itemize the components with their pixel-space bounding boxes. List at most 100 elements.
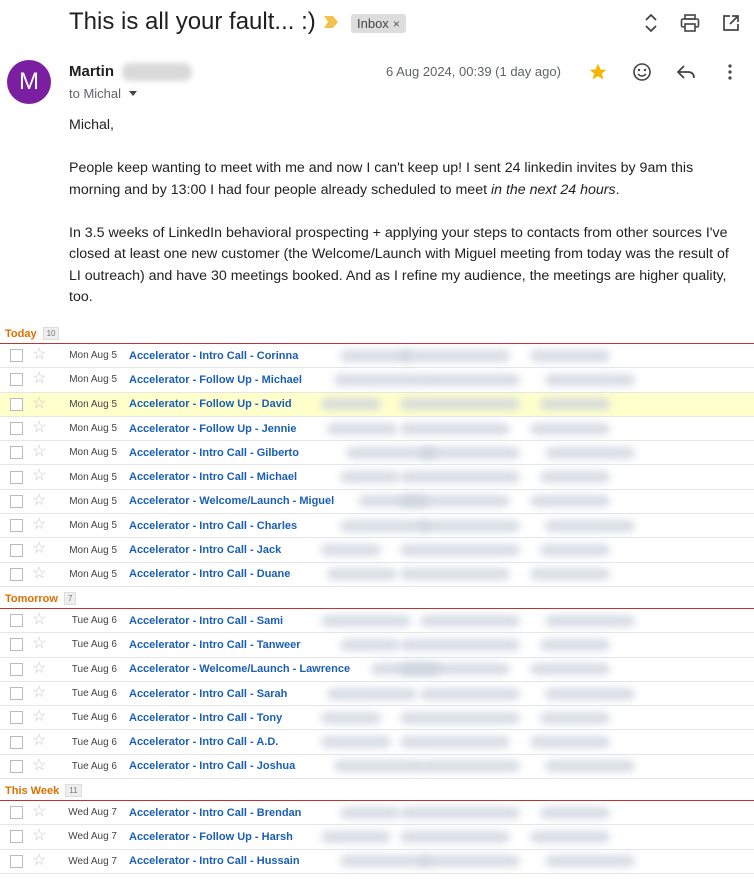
redacted-text — [545, 760, 635, 773]
redacted-text — [540, 806, 610, 819]
open-new-window-icon[interactable] — [720, 12, 742, 34]
row-event-title: Accelerator - Intro Call - Sarah — [129, 687, 288, 700]
row-event-title: Accelerator - Welcome/Launch - Miguel — [129, 495, 335, 508]
body-paragraph-1-emphasis: in the next 24 hours — [490, 181, 616, 198]
emoji-reaction-icon[interactable] — [630, 60, 654, 84]
row-checkbox — [10, 543, 23, 557]
redacted-text — [339, 638, 400, 651]
row-date: Tue Aug 6 — [71, 639, 117, 651]
row-checkbox — [10, 494, 23, 508]
row-event-title: Accelerator - Intro Call - Tanweer — [129, 638, 301, 651]
row-star-icon: ☆ — [32, 370, 47, 388]
recipient-text: to Michal — [69, 86, 122, 101]
row-star-icon: ☆ — [32, 516, 47, 534]
row-date: Wed Aug 7 — [68, 855, 117, 867]
row-checkbox — [10, 373, 23, 387]
redacted-text — [420, 519, 520, 532]
row-checkbox — [10, 638, 23, 652]
redacted-text — [321, 544, 382, 557]
expand-collapse-icon[interactable] — [640, 12, 662, 34]
agenda-row: ☆ Tue Aug 6 Accelerator - Intro Call - Tan… — [0, 633, 754, 658]
redacted-text — [400, 544, 520, 557]
row-star-icon: ☆ — [32, 708, 47, 726]
body-paragraph-2: In 3.5 weeks of LinkedIn behavioral pros… — [69, 224, 729, 306]
row-date: Mon Aug 5 — [69, 471, 117, 483]
row-date: Mon Aug 5 — [69, 544, 117, 556]
agenda-row: ☆ Mon Aug 5 Accelerator - Intro Call - Dua… — [0, 563, 754, 587]
agenda-row: ☆ Tue Aug 6 Accelerator - Welcome/Launch -… — [0, 658, 754, 682]
redacted-text — [545, 687, 635, 700]
redacted-text — [339, 855, 430, 868]
agenda-row: ☆ Mon Aug 5 Accelerator - Intro Call - Mic… — [0, 465, 754, 490]
row-event-title: Accelerator - Welcome/Launch - Lawrence — [129, 663, 351, 676]
row-date: Mon Aug 5 — [69, 495, 117, 507]
redacted-text — [339, 471, 400, 484]
row-star-icon: ☆ — [32, 346, 47, 363]
star-icon[interactable] — [586, 60, 610, 84]
row-event-title: Accelerator - Follow Up - Harsh — [129, 830, 293, 843]
row-event-title: Accelerator - Intro Call - Michael — [129, 471, 298, 484]
importance-marker-icon[interactable] — [323, 15, 339, 29]
row-checkbox — [10, 711, 23, 725]
redacted-text — [400, 471, 520, 484]
redacted-text — [327, 687, 418, 700]
redacted-text — [420, 760, 520, 773]
redacted-text — [420, 855, 520, 868]
row-checkbox — [10, 519, 23, 533]
reply-icon[interactable] — [674, 60, 698, 84]
row-date: Wed Aug 7 — [68, 831, 117, 843]
calendar-agenda-screenshot: Today 10 ☆ Mon Aug 5 Accelerator - Intro Cal… — [0, 322, 754, 874]
agenda-row: ☆ Mon Aug 5 Accelerator - Intro Call - Jac… — [0, 538, 754, 563]
redacted-text — [400, 830, 510, 843]
row-star-icon: ☆ — [32, 540, 47, 558]
agenda-row: ☆ Wed Aug 7 Accelerator - Intro Call - Hus… — [0, 850, 754, 874]
redacted-text — [420, 614, 520, 627]
redacted-text — [321, 830, 392, 843]
recipient-details-dropdown-icon[interactable] — [129, 91, 138, 96]
redacted-text — [400, 349, 510, 362]
agenda-section-header: This Week 11 — [0, 779, 754, 802]
agenda-row: ☆ Mon Aug 5 Accelerator - Intro Call - Gil… — [0, 441, 754, 466]
redacted-text — [400, 568, 510, 581]
row-checkbox — [10, 830, 23, 844]
row-star-icon: ☆ — [32, 564, 47, 582]
agenda-section-count: 11 — [65, 784, 82, 798]
redacted-text — [339, 806, 400, 819]
row-event-title: Accelerator - Follow Up - David — [129, 398, 292, 411]
row-event-title: Accelerator - Intro Call - Sami — [129, 614, 284, 627]
greeting: Michal, — [69, 117, 114, 133]
redacted-text — [540, 471, 610, 484]
redacted-text — [530, 349, 610, 362]
redacted-text — [545, 519, 635, 532]
row-date: Mon Aug 5 — [69, 520, 117, 532]
row-checkbox — [10, 567, 23, 581]
redacted-text — [321, 736, 392, 749]
redacted-sender-surname — [122, 63, 192, 81]
sender-avatar[interactable]: M — [7, 60, 51, 104]
sender-name[interactable]: Martin — [69, 63, 114, 80]
more-options-icon[interactable] — [718, 60, 742, 84]
inbox-label-text: Inbox — [357, 16, 389, 31]
row-checkbox — [10, 397, 23, 411]
row-event-title: Accelerator - Intro Call - Gilberto — [129, 446, 299, 459]
agenda-row: ☆ Tue Aug 6 Accelerator - Intro Call - Sar… — [0, 682, 754, 707]
redacted-text — [530, 663, 610, 676]
row-event-title: Accelerator - Intro Call - Joshua — [129, 760, 296, 773]
redacted-text — [333, 373, 424, 386]
redacted-text — [545, 855, 635, 868]
redacted-text — [327, 568, 398, 581]
body-paragraph-1: People keep wanting to meet with me and … — [69, 158, 741, 201]
row-checkbox — [10, 446, 23, 460]
print-icon[interactable] — [679, 12, 701, 34]
row-star-icon: ☆ — [32, 659, 47, 677]
redacted-text — [545, 373, 635, 386]
row-date: Mon Aug 5 — [69, 568, 117, 580]
row-date: Mon Aug 5 — [69, 398, 117, 410]
row-checkbox — [10, 662, 23, 676]
remove-label-icon[interactable]: × — [393, 17, 400, 31]
redacted-text — [400, 663, 510, 676]
redacted-text — [540, 711, 610, 724]
recipient-line[interactable]: to Michal — [69, 86, 138, 101]
row-event-title: Accelerator - Intro Call - Brendan — [129, 806, 302, 819]
row-checkbox — [10, 854, 23, 868]
